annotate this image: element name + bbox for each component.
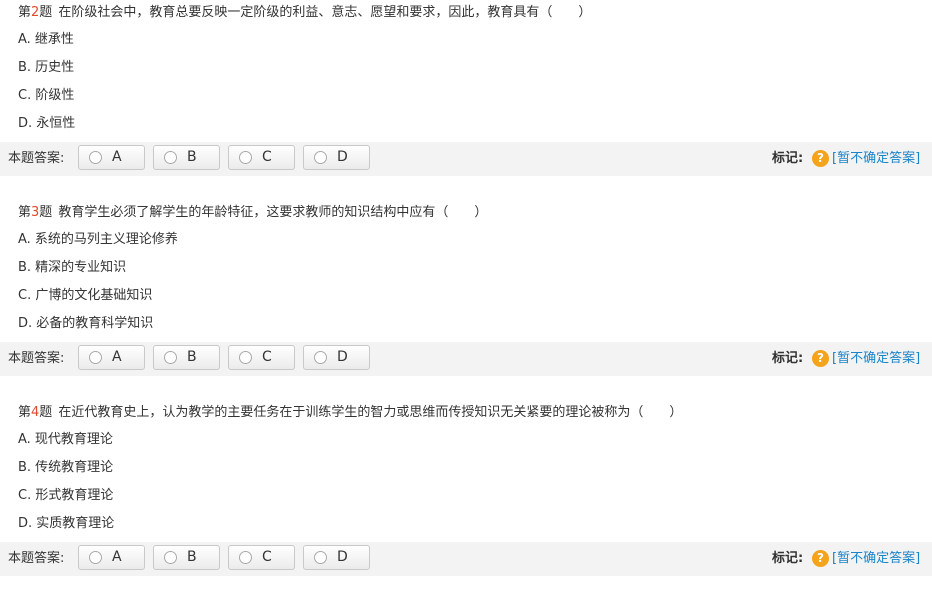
radio-circle-icon [314,551,327,564]
question-text: 教育学生必须了解学生的年龄特征，这要求教师的知识结构中应有（ ） [58,205,488,220]
radio-circle-icon [239,151,252,164]
radio-circle-icon [314,351,327,364]
answer-choice-b-button[interactable]: B [153,545,220,570]
radio-circle-icon [89,351,102,364]
question-suffix: 题 [39,405,53,420]
question-suffix: 题 [39,5,53,20]
question-block: 第3题 教育学生必须了解学生的年龄特征，这要求教师的知识结构中应有（ ） A. 系统… [0,200,932,400]
answer-choice-d-button[interactable]: D [303,545,370,570]
question-title: 第4题 在近代教育史上，认为教学的主要任务在于训练学生的智力或思维而传授知识无关紧… [18,402,682,424]
question-option: D. 永恒性 [18,116,76,131]
question-text: 在阶级社会中，教育总要反映一定阶级的利益、意志、愿望和要求，因此，教育具有（ ） [58,5,592,20]
answer-choice-a-button[interactable]: A [78,145,145,170]
radio-circle-icon [239,351,252,364]
answer-choice-c-button[interactable]: C [228,545,295,570]
answer-choice-letter: C [262,549,272,565]
question-mark-icon[interactable]: ? [812,550,829,567]
mark-uncertain-link[interactable]: [暂不确定答案] [832,342,920,376]
mark-label: 标记: [772,151,804,166]
answer-choice-d-button[interactable]: D [303,345,370,370]
answer-choice-letter: B [187,549,197,565]
mark-label: 标记: [772,551,804,566]
answer-choice-d-button[interactable]: D [303,145,370,170]
question-option: D. 必备的教育科学知识 [18,316,154,331]
radio-circle-icon [239,551,252,564]
mark-section: 标记:? [暂不确定答案] [772,142,920,176]
mark-section: 标记:? [暂不确定答案] [772,542,920,576]
answer-choice-a-button[interactable]: A [78,345,145,370]
answer-choice-letter: C [262,149,272,165]
question-list: 第2题 在阶级社会中，教育总要反映一定阶级的利益、意志、愿望和要求，因此，教育具有… [0,0,932,600]
answer-choice-letter: B [187,149,197,165]
radio-circle-icon [314,151,327,164]
answer-choice-letter: A [112,149,122,165]
answer-bar: 本题答案: A B C D 标记:? [暂不确定答案] [0,142,932,176]
answer-choice-letter: A [112,349,122,365]
answer-label: 本题答案: [8,151,65,166]
question-option: B. 历史性 [18,60,75,75]
question-text: 在近代教育史上，认为教学的主要任务在于训练学生的智力或思维而传授知识无关紧要的理… [58,405,683,420]
question-title: 第3题 教育学生必须了解学生的年龄特征，这要求教师的知识结构中应有（ ） [18,202,487,224]
answer-choice-c-button[interactable]: C [228,345,295,370]
question-option: C. 形式教育理论 [18,488,114,503]
question-option: C. 广博的文化基础知识 [18,288,153,303]
mark-label: 标记: [772,351,804,366]
question-suffix: 题 [39,205,53,220]
answer-bar: 本题答案: A B C D 标记:? [暂不确定答案] [0,542,932,576]
answer-choice-letter: B [187,349,197,365]
answer-choice-letter: D [337,349,348,365]
answer-choice-letter: A [112,549,122,565]
answer-choice-a-button[interactable]: A [78,545,145,570]
question-block: 第4题 在近代教育史上，认为教学的主要任务在于训练学生的智力或思维而传授知识无关紧… [0,400,932,600]
question-option: A. 系统的马列主义理论修养 [18,232,178,247]
question-option: D. 实质教育理论 [18,516,115,531]
mark-uncertain-link[interactable]: [暂不确定答案] [832,142,920,176]
question-block: 第2题 在阶级社会中，教育总要反映一定阶级的利益、意志、愿望和要求，因此，教育具有… [0,0,932,200]
radio-circle-icon [89,551,102,564]
answer-label: 本题答案: [8,351,65,366]
radio-circle-icon [89,151,102,164]
answer-bar: 本题答案: A B C D 标记:? [暂不确定答案] [0,342,932,376]
question-mark-icon[interactable]: ? [812,150,829,167]
answer-choice-letter: D [337,549,348,565]
question-mark-icon[interactable]: ? [812,350,829,367]
answer-label: 本题答案: [8,551,65,566]
question-title: 第2题 在阶级社会中，教育总要反映一定阶级的利益、意志、愿望和要求，因此，教育具有… [18,2,591,24]
question-option: C. 阶级性 [18,88,75,103]
radio-circle-icon [164,351,177,364]
question-option: A. 现代教育理论 [18,432,113,447]
question-option: B. 精深的专业知识 [18,260,127,275]
question-prefix: 第 [18,405,32,420]
radio-circle-icon [164,151,177,164]
answer-choice-letter: C [262,349,272,365]
mark-uncertain-link[interactable]: [暂不确定答案] [832,542,920,576]
question-prefix: 第 [18,205,32,220]
answer-choice-c-button[interactable]: C [228,145,295,170]
answer-choice-b-button[interactable]: B [153,145,220,170]
answer-choice-letter: D [337,149,348,165]
question-option: A. 继承性 [18,32,74,47]
mark-section: 标记:? [暂不确定答案] [772,342,920,376]
question-option: B. 传统教育理论 [18,460,114,475]
answer-choice-b-button[interactable]: B [153,345,220,370]
question-prefix: 第 [18,5,32,20]
radio-circle-icon [164,551,177,564]
